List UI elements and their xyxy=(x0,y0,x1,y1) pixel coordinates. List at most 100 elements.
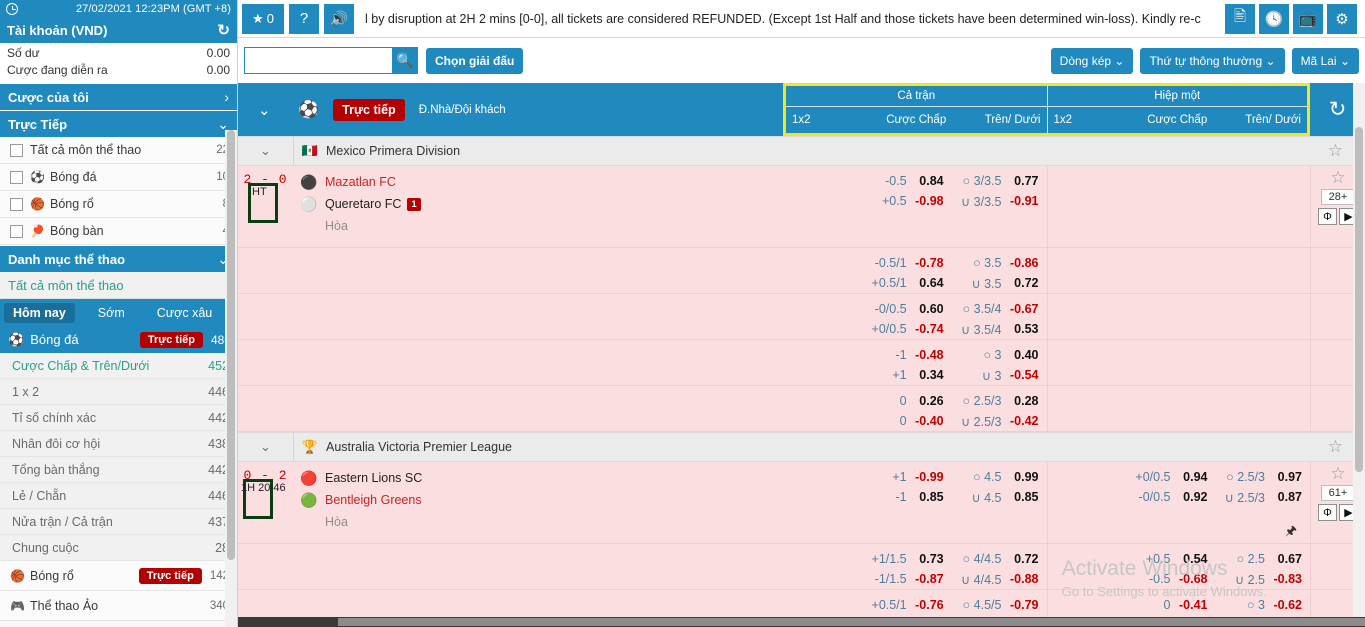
odds-cell[interactable]: ∪ 2.5/3 0.87 xyxy=(1216,487,1311,507)
away-team-line[interactable]: 🟢 Bentleigh Greens xyxy=(293,489,783,511)
draw-line[interactable]: Hòa xyxy=(293,215,783,237)
odds-cell[interactable]: +0.5/1 0.64 xyxy=(857,273,952,293)
odds-overunder-firsthalf[interactable] xyxy=(1216,340,1311,385)
chevron-down-icon[interactable]: ⌄ xyxy=(258,101,298,119)
settings-button[interactable]: ⚙ xyxy=(1327,3,1357,34)
checkbox-table-tennis[interactable] xyxy=(10,224,23,238)
odds-cell[interactable]: ○ 3 0.40 xyxy=(952,345,1047,365)
sidebar-item-sports-catalog[interactable]: Danh mục thể thao ⌄ xyxy=(0,245,237,272)
odds-cell[interactable]: ∪ 2.5/3 -0.42 xyxy=(952,411,1047,431)
sidebar-item-basketball-live[interactable]: 🏀 Bóng rổ 8 xyxy=(0,191,237,218)
sidebar-market-hdp-ou[interactable]: Cược Chấp & Trên/Dưới 452 xyxy=(0,353,237,379)
odds-overunder-firsthalf[interactable] xyxy=(1216,166,1311,247)
chevron-down-icon[interactable]: ⌄ xyxy=(238,143,293,159)
chevron-down-icon[interactable]: ⌄ xyxy=(238,439,293,455)
sidebar-market-double-chance[interactable]: Nhân đôi cơ hội 438 xyxy=(0,431,237,457)
sidebar-item-virtual-sports[interactable]: 🎮 Thể thao Ảo 340 xyxy=(0,591,237,621)
sidebar-item-basketball[interactable]: 🏀 Bóng rổ Trực tiếp 142 xyxy=(0,561,237,591)
checkbox-all-sports[interactable] xyxy=(10,143,23,157)
odds-1x2-fulltime[interactable] xyxy=(783,248,857,293)
odds-cell[interactable]: ∪ 4.5 0.85 xyxy=(952,487,1047,507)
odds-cell[interactable]: -1 0.85 xyxy=(857,487,952,507)
sidebar-item-all-sports-live[interactable]: Tất cả môn thể thao 22 xyxy=(0,137,237,164)
sidebar-market-odd-even[interactable]: Lẻ / Chẵn 446 xyxy=(0,483,237,509)
live-badge[interactable]: Trực tiếp xyxy=(138,567,202,584)
odds-1x2-firsthalf[interactable] xyxy=(1048,386,1122,431)
sidebar-market-correct-score[interactable]: Tỉ số chính xác 442 xyxy=(0,405,237,431)
odds-cell[interactable]: ○ 3 -0.62 xyxy=(1216,595,1311,615)
odds-cell[interactable]: -0.5 0.84 xyxy=(857,171,952,191)
odds-cell[interactable]: 0 -0.40 xyxy=(857,411,952,431)
dropdown-line-type[interactable]: Dòng kép ⌄ xyxy=(1050,47,1134,74)
away-team-line[interactable]: ⚪ Queretaro FC 1 xyxy=(293,193,783,215)
dropdown-odds-format[interactable]: Mã Lai ⌄ xyxy=(1291,47,1359,74)
sidebar-item-tabletennis-live[interactable]: 🏓 Bóng bàn 4 xyxy=(0,218,237,245)
odds-cell[interactable]: -1/1.5 -0.87 xyxy=(857,569,952,589)
odds-1x2-firsthalf[interactable] xyxy=(1048,544,1122,589)
sidebar-item-all-sports[interactable]: Tất cả môn thể thao xyxy=(0,272,237,299)
statement-button[interactable]: 🖹 xyxy=(1225,3,1255,34)
odds-cell[interactable]: +1 0.34 xyxy=(857,365,952,385)
odds-cell[interactable]: ∪ 3.5/4 0.53 xyxy=(952,319,1047,339)
odds-cell[interactable]: ○ 3.5/4 -0.67 xyxy=(952,299,1047,319)
odds-cell[interactable]: +0.5 -0.98 xyxy=(857,191,952,211)
odds-handicap-firsthalf[interactable] xyxy=(1121,248,1216,293)
more-markets-count[interactable]: 61+ xyxy=(1320,485,1356,501)
league-header[interactable]: ⌄ 🏆 Australia Victoria Premier League ☆ xyxy=(238,432,1365,462)
sidebar-item-football[interactable]: ⚽ Bóng đá Trực tiếp 480 xyxy=(0,326,237,353)
odds-overunder-firsthalf[interactable] xyxy=(1216,248,1311,293)
odds-cell[interactable]: ∪ 3.5 0.72 xyxy=(952,273,1047,293)
checkbox-basketball[interactable] xyxy=(10,197,23,211)
odds-1x2-firsthalf[interactable] xyxy=(1048,294,1122,339)
odds-cell[interactable]: +0.5/1 -0.76 xyxy=(857,595,952,615)
odds-cell[interactable]: ∪ 3/3.5 -0.91 xyxy=(952,191,1047,211)
odds-1x2-fulltime[interactable] xyxy=(783,294,857,339)
sidebar-item-live[interactable]: Trực Tiếp ⌄ xyxy=(0,110,237,137)
league-header[interactable]: ⌄ 🇲🇽 Mexico Primera Division ☆ xyxy=(238,136,1365,166)
odds-handicap-firsthalf[interactable] xyxy=(1121,166,1216,247)
dropdown-sort-order[interactable]: Thứ tự thông thường ⌄ xyxy=(1140,47,1285,74)
results-button[interactable]: 📺 xyxy=(1293,3,1323,34)
odds-cell[interactable]: ∪ 2.5 -0.83 xyxy=(1216,569,1311,589)
main-horizontal-scrollbar[interactable] xyxy=(238,617,1365,627)
search-input[interactable] xyxy=(244,47,392,74)
odds-overunder-firsthalf[interactable] xyxy=(1216,386,1311,431)
odds-cell[interactable]: 0 0.26 xyxy=(857,391,952,411)
choose-league-button[interactable]: Chọn giải đấu xyxy=(426,47,524,74)
sidebar-market-halftime-fulltime[interactable]: Nửa trận / Cả trận 437 xyxy=(0,509,237,535)
more-markets-count[interactable]: 28+ xyxy=(1320,189,1356,205)
odds-1x2-firsthalf[interactable] xyxy=(1048,340,1122,385)
search-button[interactable]: 🔍 xyxy=(392,47,418,74)
main-vertical-scrollbar[interactable] xyxy=(1353,83,1365,617)
odds-1x2-fulltime[interactable] xyxy=(783,166,857,247)
sound-button[interactable]: 🔊 xyxy=(324,3,354,34)
bet-history-button[interactable]: 🕓 xyxy=(1259,3,1289,34)
stats-icon[interactable]: Φ xyxy=(1318,504,1337,521)
odds-cell[interactable]: ○ 2.5/3 0.97 xyxy=(1216,467,1311,487)
sidebar-market-1x2[interactable]: 1 x 2 446 xyxy=(0,379,237,405)
sidebar-scrollbar[interactable] xyxy=(225,130,237,627)
odds-1x2-fulltime[interactable] xyxy=(783,462,857,543)
odds-cell[interactable]: -0.5 -0.68 xyxy=(1121,569,1216,589)
main-horizontal-scrollbar-thumb[interactable] xyxy=(338,618,1365,626)
odds-1x2-firsthalf[interactable] xyxy=(1048,248,1122,293)
odds-cell[interactable]: ○ 4/4.5 0.72 xyxy=(952,549,1047,569)
odds-handicap-firsthalf[interactable] xyxy=(1121,386,1216,431)
sidebar-market-outright[interactable]: Chung cuộc 28 xyxy=(0,535,237,561)
favourites-button[interactable]: ★ 0 xyxy=(242,3,284,34)
help-button[interactable]: ? xyxy=(289,3,319,34)
odds-cell[interactable]: ∪ 3 -0.54 xyxy=(952,365,1047,385)
odds-cell[interactable]: +0/0.5 -0.74 xyxy=(857,319,952,339)
odds-cell[interactable]: ○ 2.5 0.67 xyxy=(1216,549,1311,569)
odds-handicap-firsthalf[interactable] xyxy=(1121,294,1216,339)
stats-icon[interactable]: Φ xyxy=(1318,208,1337,225)
odds-cell[interactable]: ○ 4.5/5 -0.79 xyxy=(952,595,1047,615)
tab-parlay[interactable]: Cược xâu xyxy=(148,303,221,323)
odds-1x2-fulltime[interactable] xyxy=(783,544,857,589)
checkbox-football[interactable] xyxy=(10,170,23,184)
home-team-line[interactable]: ⚫ Mazatlan FC xyxy=(293,171,783,193)
sidebar-scrollbar-thumb[interactable] xyxy=(227,130,235,560)
odds-1x2-fulltime[interactable] xyxy=(783,340,857,385)
sidebar-market-total-goals[interactable]: Tổng bàn thắng 442 xyxy=(0,457,237,483)
odds-cell[interactable]: +1/1.5 0.73 xyxy=(857,549,952,569)
